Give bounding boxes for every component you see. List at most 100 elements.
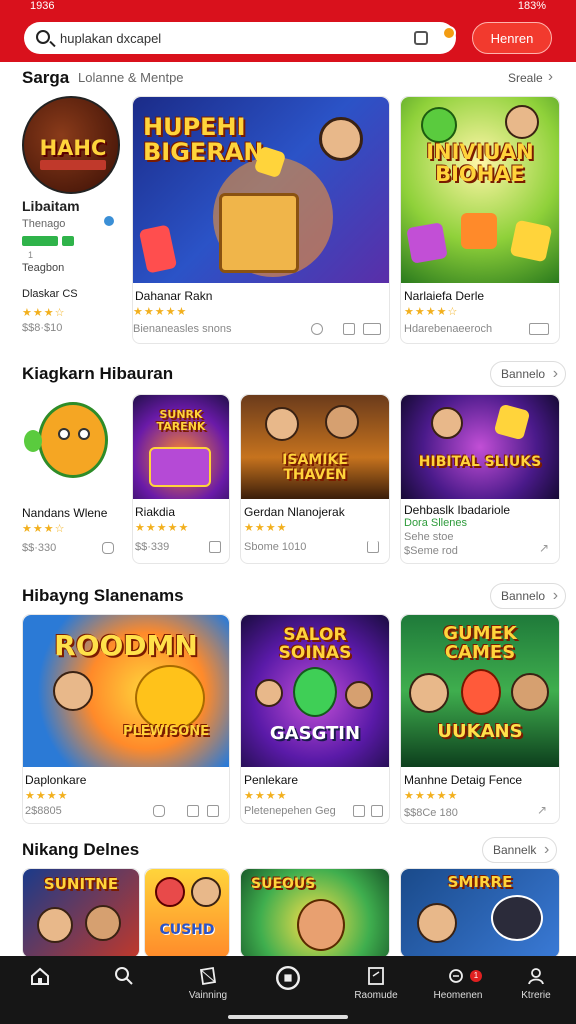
character-figure bbox=[421, 107, 457, 143]
character-figure bbox=[511, 673, 549, 711]
game-card[interactable]: ROODMN PLEWISONE Daplonkare ★★★★ 2$8805 bbox=[22, 614, 230, 824]
nav-home[interactable] bbox=[8, 966, 72, 1014]
game-meta: $$8Ce 180 bbox=[404, 807, 458, 819]
rating-stars: ★★★★★ bbox=[135, 522, 190, 534]
download-icon[interactable] bbox=[187, 805, 199, 817]
game-art-subtitle: UUKANS bbox=[437, 721, 523, 742]
header-button[interactable]: Henren bbox=[472, 22, 552, 54]
game-title: Penlekare bbox=[244, 773, 299, 787]
game-card[interactable]: INIVIUAN BIOHAE Narlaiefa Derle ★★★★☆ Hd… bbox=[400, 96, 560, 344]
game-meta: $$·330 bbox=[22, 542, 57, 554]
rating-stars: ★★★★★ bbox=[133, 306, 188, 318]
character-figure bbox=[53, 671, 93, 711]
download-icon[interactable] bbox=[209, 541, 221, 553]
nav-play[interactable] bbox=[256, 966, 320, 1014]
game-card[interactable]: ISAMIKE THAVEN Gerdan Nlanojerak ★★★★ Sb… bbox=[240, 394, 390, 564]
game-art-title: SUNRK TARENK bbox=[156, 408, 206, 433]
voice-icon[interactable] bbox=[442, 26, 456, 40]
trend-icon[interactable]: ↗ bbox=[539, 541, 549, 555]
search-input[interactable] bbox=[60, 28, 420, 48]
game-meta: Sehe stoe bbox=[404, 531, 454, 543]
search-bar[interactable] bbox=[24, 22, 456, 54]
camera-icon[interactable] bbox=[414, 31, 428, 45]
game-art-title: ISAMIKE THAVEN bbox=[282, 452, 348, 483]
nav-search[interactable] bbox=[92, 966, 156, 1014]
game-art: SMIRRE bbox=[401, 869, 559, 957]
character-figure bbox=[325, 405, 359, 439]
character-figure bbox=[155, 877, 185, 907]
nav-label: Ktrerie bbox=[521, 990, 551, 1001]
status-time: 1936 bbox=[30, 0, 55, 12]
game-card[interactable]: SUNITNE bbox=[22, 868, 140, 958]
game-meta-secondary: $Seme rod bbox=[404, 545, 458, 557]
nav-apps[interactable]: Raomude bbox=[344, 966, 408, 1014]
more-icon[interactable] bbox=[207, 805, 219, 817]
game-card[interactable]: HIBITAL SLIUKS Dehbaslk Ibadariole Dora … bbox=[400, 394, 560, 564]
game-art: HIBITAL SLIUKS bbox=[401, 395, 559, 499]
app-label: Dlaskar CS bbox=[22, 288, 78, 300]
game-card[interactable]: CUSHD bbox=[144, 868, 230, 958]
game-title: Manhne Detaig Fence bbox=[404, 773, 523, 787]
game-card[interactable]: SUEOUS bbox=[240, 868, 390, 958]
app-icon[interactable]: HAHC bbox=[22, 96, 120, 194]
nav-profile[interactable]: Ktrerie bbox=[504, 966, 568, 1014]
app-name[interactable]: Libaitam bbox=[22, 198, 80, 214]
game-card[interactable]: GUMEK CAMES UUKANS Manhne Detaig Fence ★… bbox=[400, 614, 560, 824]
rating-stars: ★★★★☆ bbox=[404, 306, 459, 318]
game-card[interactable]: SMIRRE bbox=[400, 868, 560, 958]
bookmark-icon[interactable] bbox=[367, 541, 379, 553]
game-meta: Bienaneasles snons bbox=[133, 323, 232, 335]
tag-badge bbox=[22, 236, 58, 246]
nav-games[interactable]: Vainning bbox=[176, 966, 240, 1014]
game-card[interactable]: SALOR SOINAS GASGTIN Penlekare ★★★★ Plet… bbox=[240, 614, 390, 824]
more-icon[interactable] bbox=[363, 323, 381, 335]
share-icon[interactable] bbox=[102, 542, 114, 554]
game-art: ROODMN PLEWISONE bbox=[23, 615, 229, 767]
more-icon[interactable] bbox=[529, 323, 549, 335]
game-card[interactable]: SUNRK TARENK Riakdia ★★★★★ $$·339 bbox=[132, 394, 230, 564]
character-figure bbox=[38, 402, 108, 478]
game-card[interactable]: Nandans Wlene ★★★☆ $$·330 bbox=[22, 394, 122, 564]
game-art-title: CUSHD bbox=[159, 922, 215, 938]
rating-stars: ★★★★ bbox=[244, 790, 288, 802]
section-subtitle: Lolanne & Mentpe bbox=[78, 70, 184, 85]
game-art: SUEOUS bbox=[241, 869, 389, 957]
section-title: Hibayng Slanenams bbox=[22, 586, 184, 605]
game-title: Nandans Wlene bbox=[22, 506, 108, 520]
game-art-title: INIVIUAN BIOHAE bbox=[426, 140, 534, 187]
game-title: Dehbaslk Ibadariole bbox=[404, 503, 511, 517]
home-indicator[interactable] bbox=[228, 1015, 348, 1019]
see-all-link[interactable]: Sreale bbox=[508, 71, 543, 85]
trend-icon[interactable]: ↗ bbox=[537, 803, 547, 817]
see-all-button[interactable]: Bannelk bbox=[482, 837, 558, 863]
character-figure bbox=[431, 407, 463, 439]
character-figure bbox=[255, 679, 283, 707]
game-art: INIVIUAN BIOHAE bbox=[401, 97, 559, 283]
character-figure bbox=[417, 903, 457, 943]
download-icon[interactable] bbox=[343, 323, 355, 335]
rating-stars: ★★★★ bbox=[244, 522, 288, 534]
app-category: Teagbon bbox=[22, 262, 65, 274]
download-icon[interactable] bbox=[353, 805, 365, 817]
game-art: SUNRK TARENK bbox=[133, 395, 229, 499]
game-art-title: SALOR SOINAS bbox=[278, 625, 352, 663]
character-figure bbox=[265, 407, 299, 441]
game-art-subtitle: GASGTIN bbox=[269, 723, 361, 744]
more-icon[interactable] bbox=[371, 805, 383, 817]
home-icon bbox=[31, 967, 49, 985]
game-art-subtitle: PLEWISONE bbox=[122, 724, 210, 739]
game-art bbox=[22, 394, 122, 498]
see-all-button[interactable]: Bannelo bbox=[490, 361, 567, 387]
game-card[interactable]: HUPEHI BIGERAN Dahanar Rakn ★★★★★ Bienan… bbox=[132, 96, 390, 344]
game-art: CUSHD bbox=[145, 869, 229, 957]
share-icon[interactable] bbox=[311, 323, 323, 335]
character-arm bbox=[24, 430, 42, 452]
share-icon[interactable] bbox=[153, 805, 165, 817]
game-title: Daplonkare bbox=[25, 773, 87, 787]
character-figure bbox=[319, 117, 363, 161]
see-all-button[interactable]: Bannelo bbox=[490, 583, 567, 609]
game-title: Narlaiefa Derle bbox=[404, 289, 485, 303]
chevron-right-icon[interactable]: › bbox=[548, 68, 553, 85]
nav-label: Raomude bbox=[354, 990, 398, 1001]
search-icon[interactable] bbox=[36, 30, 50, 44]
